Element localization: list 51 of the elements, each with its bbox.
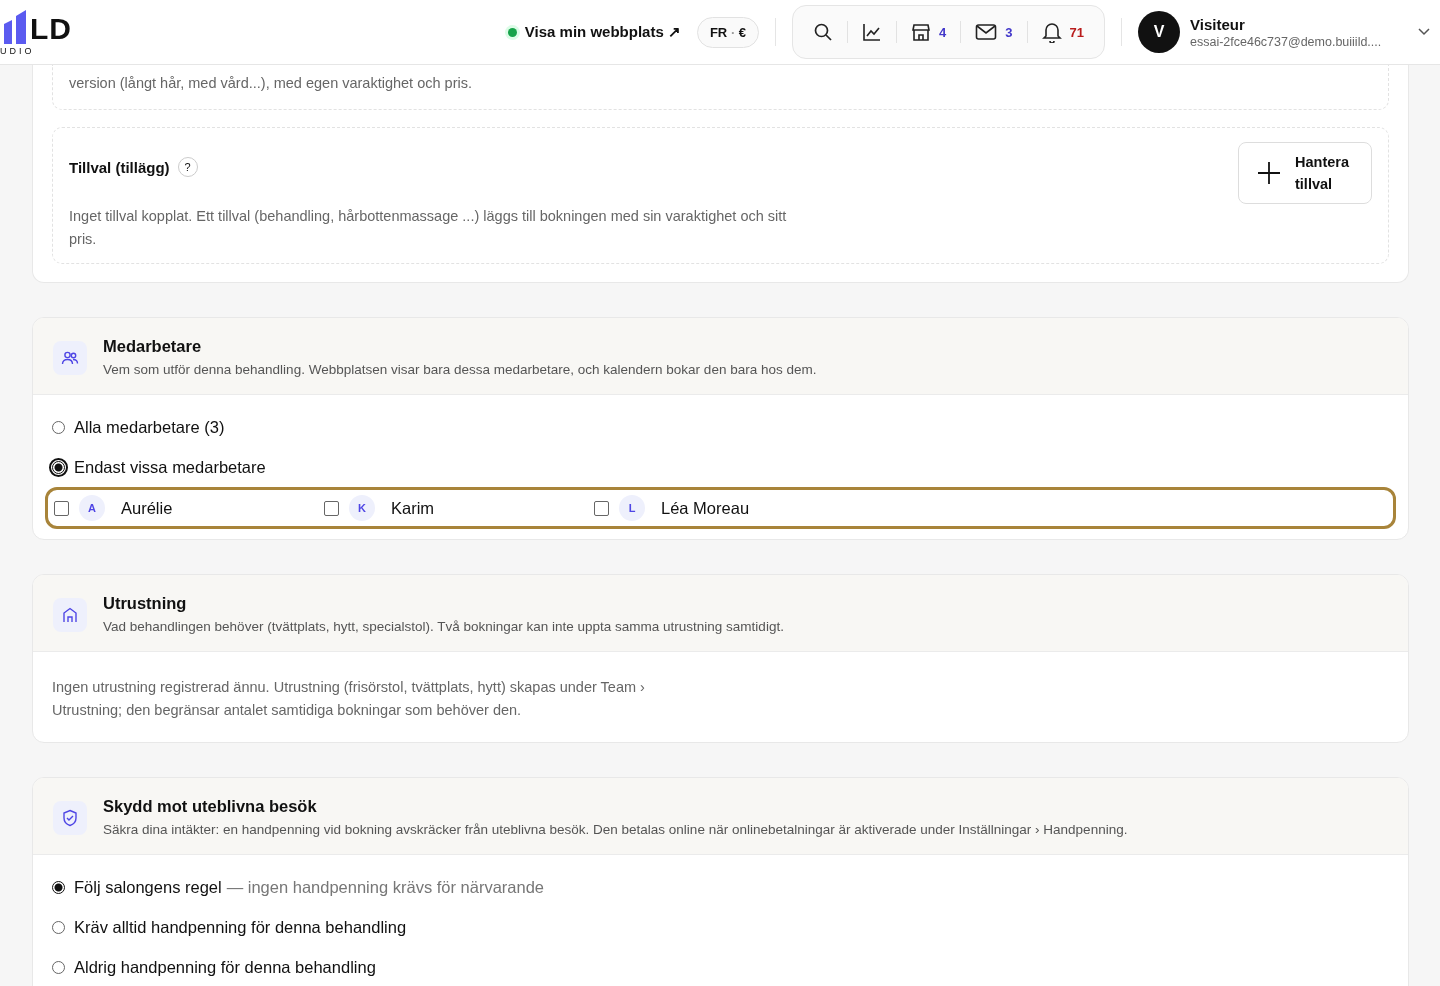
chevron-down-icon[interactable]: [1418, 28, 1430, 36]
user-email: essai-2fce46c737@demo.buiiild....: [1190, 34, 1383, 49]
checkbox[interactable]: [324, 500, 339, 516]
radio-button[interactable]: [52, 460, 65, 474]
card-title: Medarbetare: [103, 337, 203, 356]
bell-icon: [1041, 21, 1062, 43]
radio-option[interactable]: Alla medarbetare (3): [52, 407, 1396, 447]
staff-option[interactable]: K Karim: [324, 495, 594, 521]
house-icon: [53, 598, 87, 632]
checkbox[interactable]: [594, 500, 609, 516]
logo-subtext: UDIO: [0, 45, 35, 56]
plus-icon: [1257, 161, 1281, 185]
view-site-link[interactable]: Visa min webbplats ↗: [507, 23, 681, 41]
logo-bars-icon: [2, 9, 28, 44]
count-label: 3: [1005, 24, 1013, 40]
radio-button[interactable]: [52, 880, 65, 894]
store-icon: [911, 22, 932, 42]
user-name: Visiteur: [1190, 15, 1246, 33]
addons-description: Inget tillval kopplat. Ett tillval (behandling, hårbottenmassage ...) läggs till bokningen med sin varaktighet och sitt pris.: [69, 207, 788, 249]
addons-title: Tillval (tillägg): [69, 158, 170, 176]
card-description: Vad behandlingen behöver (tvättplats, hytt, specialstol). Två bokningar kan inte uppta samma utrustning samtidigt.: [103, 619, 784, 634]
logo-text: LD: [30, 11, 72, 46]
store-button[interactable]: 4: [897, 22, 961, 42]
staff-initial-avatar: A: [79, 495, 105, 521]
variant-note: version (långt hår, med vård...), med egen varaktighet och pris.: [69, 74, 473, 93]
card-title: Utrustning: [103, 594, 188, 613]
people-icon: [53, 341, 87, 375]
checkbox[interactable]: [54, 500, 69, 516]
staff-option[interactable]: L Léa Moreau: [594, 495, 864, 521]
staff-initial-avatar: L: [619, 495, 645, 521]
radio-option[interactable]: Kräv alltid handpenning för denna behandling: [52, 907, 1396, 947]
line-chart-icon: [862, 22, 883, 42]
staff-initial-avatar: K: [349, 495, 375, 521]
count-label: 4: [939, 24, 947, 40]
staff-option[interactable]: A Aurélie: [54, 495, 324, 521]
empty-equipment-text: Ingen utrustning registrerad ännu. Utrustning (frisörstol, tvättplats, hytt) skapas under Team › Utrustning; den begränsar antalet samtidiga bokningar som behöver den.: [52, 678, 646, 720]
radio-option[interactable]: Följ salongens regel — ingen handpenning krävs för närvarande: [52, 867, 1396, 907]
mail-button[interactable]: 3: [961, 23, 1027, 41]
radio-option[interactable]: Aldrig handpenning för denna behandling: [52, 947, 1396, 986]
manage-addons-button[interactable]: Hantera tillval: [1238, 142, 1372, 204]
card-description: Vem som utför denna behandling. Webbplatsen visar bara dessa medarbetare, och kalendern bokar den bara hos dem.: [103, 362, 817, 377]
search-icon: [813, 22, 834, 42]
bell-button[interactable]: 71: [1027, 21, 1098, 43]
card-title: Skydd mot uteblivna besök: [103, 797, 318, 816]
shield-check-icon: [53, 801, 87, 835]
mail-icon: [975, 23, 998, 41]
user-avatar[interactable]: V: [1138, 11, 1180, 53]
locale-button[interactable]: FR · €: [696, 16, 760, 48]
card-description: Säkra dina intäkter: en handpenning vid bokning avskräcker från uteblivna besök. Den betalas online när onlinebetalningar är aktiverade under Inställningar › Handpenning.: [103, 822, 1128, 837]
radio-option[interactable]: Endast vissa medarbetare: [52, 447, 1396, 487]
count-label: 71: [1069, 24, 1084, 40]
